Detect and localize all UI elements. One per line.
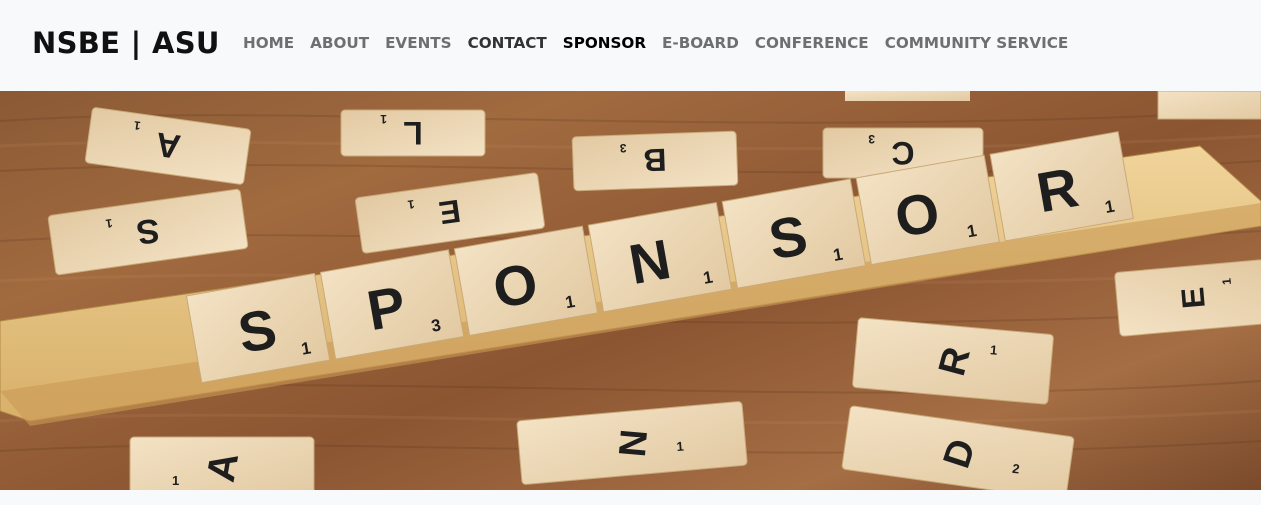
scrabble-scene: A 1 L 1 B 3 C 3 S 1 E 1 E 1 S 1 P 3 O 1 … — [0, 91, 1261, 490]
scattered-tile-a-top: A 1 — [84, 107, 252, 185]
scattered-tile-partial — [845, 91, 970, 101]
scattered-tile-s: S 1 — [47, 188, 249, 276]
svg-text:1: 1 — [380, 112, 387, 126]
nav-eboard-link[interactable]: E-BOARD — [662, 34, 739, 52]
nav-events-link[interactable]: EVENTS — [385, 34, 452, 52]
brand-logo-link[interactable]: NSBE | ASU — [32, 26, 220, 60]
scattered-tile-n: N 1 — [516, 401, 748, 485]
scattered-tile-corner — [1157, 91, 1261, 120]
svg-text:N: N — [612, 428, 656, 459]
svg-text:1: 1 — [989, 342, 998, 358]
scattered-tile-r: R 1 — [852, 317, 1054, 405]
page-bottom-strip — [0, 490, 1261, 505]
hero-banner-image: A 1 L 1 B 3 C 3 S 1 E 1 E 1 S 1 P 3 O 1 … — [0, 91, 1261, 490]
svg-text:B: B — [643, 142, 667, 179]
scattered-tile-b: B 3 — [571, 130, 739, 192]
nav-sponsor-link[interactable]: SPONSOR — [563, 34, 646, 52]
scattered-tile-e-right: E 1 — [1114, 259, 1261, 337]
nav-conference-link[interactable]: CONFERENCE — [755, 34, 869, 52]
scattered-tile-d: D 2 — [841, 405, 1075, 490]
svg-text:C: C — [891, 135, 914, 171]
svg-text:A: A — [153, 124, 183, 165]
nav-home-link[interactable]: HOME — [243, 34, 294, 52]
navbar: NSBE | ASU HOME ABOUT EVENTS CONTACT SPO… — [0, 0, 1261, 90]
svg-text:1: 1 — [172, 473, 179, 488]
svg-text:E: E — [1174, 286, 1212, 310]
svg-text:1: 1 — [676, 439, 685, 455]
nav-about-link[interactable]: ABOUT — [310, 34, 369, 52]
scattered-tile-l: L 1 — [340, 109, 486, 157]
svg-text:3: 3 — [619, 141, 626, 155]
svg-text:3: 3 — [868, 132, 875, 146]
nav-contact-link[interactable]: CONTACT — [468, 34, 547, 52]
nav-community-service-link[interactable]: COMMUNITY SERVICE — [885, 34, 1069, 52]
scattered-tile-a-bottom: A 1 — [129, 436, 315, 490]
nav-menu: HOME ABOUT EVENTS CONTACT SPONSOR E-BOAR… — [243, 34, 1084, 52]
svg-text:L: L — [403, 115, 423, 151]
